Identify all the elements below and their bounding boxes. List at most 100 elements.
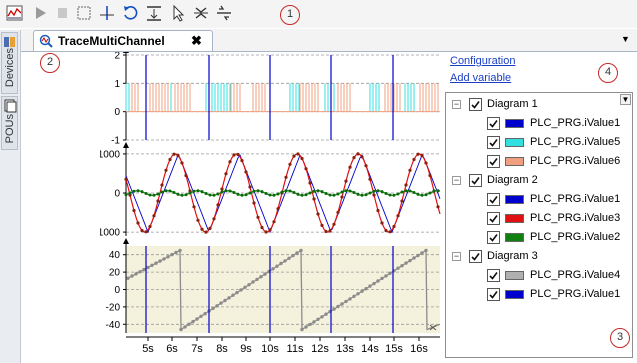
ivalue2-point (252, 189, 256, 193)
y-tick-label: -1000 (100, 228, 120, 239)
ivalue2-point (384, 192, 388, 195)
ivalue2-point (396, 192, 400, 196)
color-swatch (505, 290, 524, 299)
variable-checkbox[interactable] (487, 269, 500, 282)
compress-icon[interactable] (144, 3, 164, 23)
color-swatch (505, 157, 524, 166)
ivalue2-point (272, 193, 276, 197)
ivalue3-point (380, 221, 384, 225)
ivalue3-point (396, 214, 400, 218)
ivalue4-point (203, 312, 207, 316)
ivalue2-point (352, 191, 356, 194)
ivalue4-point (332, 307, 336, 311)
tree-variable-node[interactable]: PLC_PRG.iValue2 (446, 231, 631, 247)
ivalue2-point (412, 191, 416, 194)
ivalue3-point (184, 173, 188, 178)
variable-checkbox[interactable] (487, 117, 500, 130)
callout-2: 2 (40, 53, 60, 73)
ivalue2-point (208, 193, 212, 197)
collapse-icon[interactable]: − (452, 252, 461, 261)
variable-checkbox[interactable] (487, 212, 500, 225)
trace-charts[interactable]: 2 1 0 -1 1000 0 -1000 40 20 0 -20 -40 5s 6s 7s 8s 9s 10s 1… (100, 52, 445, 363)
diagram-checkbox[interactable] (469, 250, 482, 263)
diagram-label: Diagram 2 (487, 174, 538, 186)
tab-trace-multichannel[interactable]: TraceMultiChannel ✖ (33, 30, 213, 51)
ivalue4-point (316, 317, 320, 321)
ivalue3-point (156, 199, 160, 203)
configuration-link[interactable]: Configuration (450, 55, 515, 67)
tree-variable-node[interactable]: PLC_PRG.iValue4 (446, 269, 631, 285)
variable-label: PLC_PRG.iValue1 (530, 117, 621, 129)
tree-variable-node[interactable]: PLC_PRG.iValue5 (446, 136, 631, 152)
tree-variable-node[interactable]: PLC_PRG.iValue1 (446, 117, 631, 133)
ivalue3-point (244, 170, 248, 174)
pointer-icon[interactable] (168, 3, 188, 23)
ivalue2-point (160, 190, 164, 194)
ivalue4-point (320, 315, 324, 319)
devices-tab[interactable]: Devices (1, 32, 18, 94)
x-tick-label: 12s (311, 343, 329, 355)
stop-icon[interactable] (52, 3, 72, 23)
ivalue3-point (264, 230, 268, 234)
ivalue4-point (344, 299, 348, 304)
ivalue4-point (259, 275, 263, 279)
collapse-icon[interactable]: − (452, 100, 461, 109)
tree-diagram-node[interactable]: − Diagram 1 (446, 98, 616, 114)
ivalue3-point (328, 229, 332, 233)
ivalue2-point (180, 193, 184, 197)
tree-diagram-node[interactable]: − Diagram 3 (446, 250, 616, 266)
crosshair-cursor-icon[interactable] (97, 3, 117, 23)
ivalue2-point (416, 192, 420, 196)
close-tab-icon[interactable]: ✖ (191, 33, 202, 49)
trace-config-icon[interactable] (5, 3, 25, 23)
x-tick-label: 13s (336, 343, 354, 355)
zoom-y-icon[interactable] (191, 3, 211, 23)
ivalue4-point (324, 312, 328, 316)
variable-checkbox[interactable] (487, 193, 500, 206)
ivalue3-point (308, 181, 312, 185)
variable-checkbox[interactable] (487, 231, 500, 244)
collapse-icon[interactable]: − (452, 176, 461, 185)
diagram-checkbox[interactable] (469, 174, 482, 187)
tree-variable-node[interactable]: PLC_PRG.iValue1 (446, 288, 631, 304)
tree-variable-node[interactable]: PLC_PRG.iValue6 (446, 155, 631, 171)
ivalue2-point (288, 189, 292, 193)
ivalue4-point (308, 322, 312, 327)
ivalue3-point (224, 172, 228, 176)
ivalue4-point (336, 304, 340, 309)
ivalue3-point (356, 152, 360, 156)
ivalue3-point (348, 165, 352, 169)
tree-dropdown-icon[interactable]: ▼ (620, 94, 631, 105)
ivalue2-point (244, 193, 248, 197)
ivalue4-point (420, 251, 424, 255)
ivalue4-point (231, 293, 235, 297)
ivalue2-point (232, 191, 236, 194)
ivalue3-point (164, 168, 168, 172)
callout-3: 3 (610, 328, 630, 348)
ivalue4-point (396, 266, 400, 270)
tree-variable-node[interactable]: PLC_PRG.iValue1 (446, 193, 631, 209)
pous-tab[interactable]: POUs (1, 96, 18, 150)
ivalue3-point (272, 220, 276, 224)
tab-list-dropdown-icon[interactable]: ▼ (621, 34, 630, 44)
ivalue3-point (412, 157, 416, 162)
tree-variable-node[interactable]: PLC_PRG.iValue3 (446, 212, 631, 228)
reset-view-icon[interactable] (120, 3, 140, 23)
tree-diagram-node[interactable]: − Diagram 2 (446, 174, 616, 190)
add-variable-link[interactable]: Add variable (450, 72, 511, 84)
variable-checkbox[interactable] (487, 155, 500, 168)
variable-checkbox[interactable] (487, 136, 500, 149)
y-tick-label: 1 (114, 79, 120, 90)
variable-checkbox[interactable] (487, 288, 500, 301)
ivalue2-point (176, 192, 180, 196)
ivalue3-point (436, 205, 440, 209)
diagram-checkbox[interactable] (469, 98, 482, 111)
ivalue2-point (124, 193, 128, 197)
zoom-x-icon[interactable] (214, 3, 234, 23)
marquee-select-icon[interactable] (74, 3, 94, 23)
ivalue4-point (187, 322, 191, 326)
y-tick-label: 1000 (100, 149, 120, 160)
play-icon[interactable] (30, 3, 50, 23)
ivalue2-point (172, 191, 176, 194)
ivalue3-point (300, 156, 304, 161)
